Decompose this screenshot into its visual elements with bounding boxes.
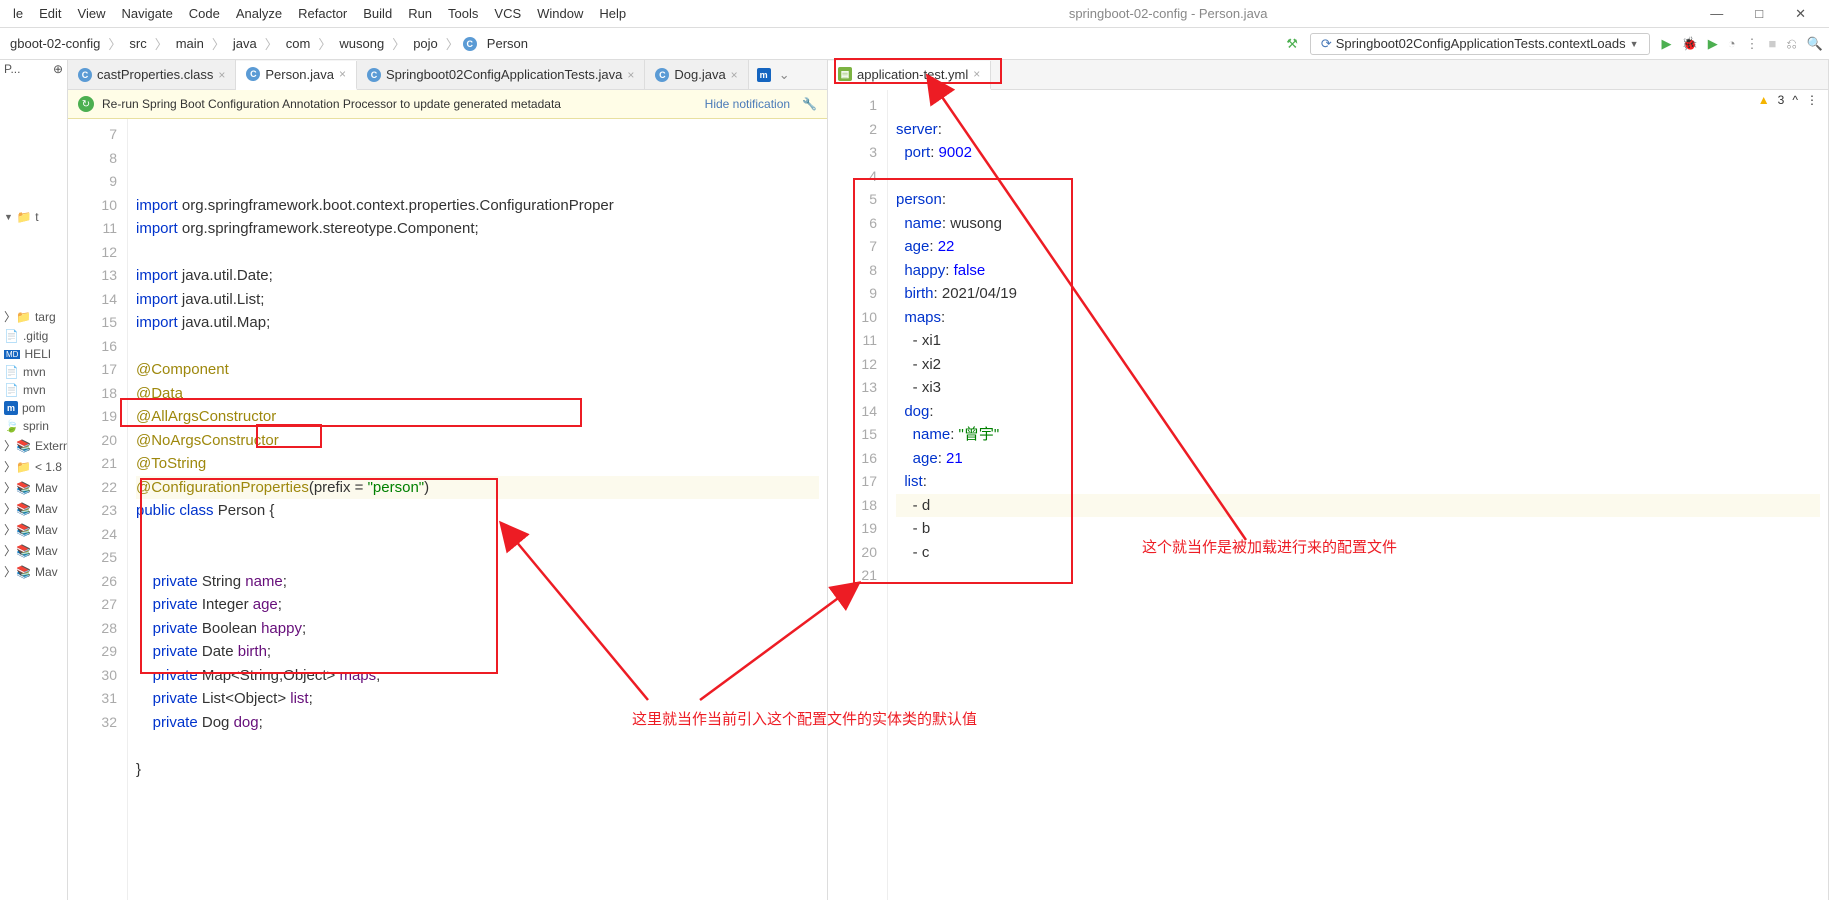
menu-help[interactable]: Help: [592, 3, 633, 24]
coverage-icon[interactable]: ▶: [1708, 36, 1718, 52]
menu-vcs[interactable]: VCS: [487, 3, 528, 24]
window-title: springboot-02-config - Person.java: [635, 6, 1701, 21]
menu-view[interactable]: View: [71, 3, 113, 24]
sidebar-item[interactable]: 〉📚 Mav: [0, 498, 67, 519]
menu-bar: le Edit View Navigate Code Analyze Refac…: [0, 0, 1829, 28]
annotation-right: 这个就当作是被加载进行来的配置文件: [1142, 536, 1397, 557]
menu-analyze[interactable]: Analyze: [229, 3, 289, 24]
banner-text: Re-run Spring Boot Configuration Annotat…: [102, 97, 561, 111]
tab-close-icon[interactable]: ×: [973, 67, 980, 81]
right-gutter: 123456789101112131415161718192021: [828, 90, 888, 900]
breadcrumb-item[interactable]: pojo: [409, 34, 442, 53]
close-icon[interactable]: ✕: [1788, 3, 1813, 25]
left-editor-pane: CcastProperties.class×CPerson.java×CSpri…: [68, 60, 828, 900]
breadcrumb-item[interactable]: main: [172, 34, 208, 53]
menu-tools[interactable]: Tools: [441, 3, 485, 24]
annotation-bottom: 这里就当作当前引入这个配置文件的实体类的默认值: [632, 708, 977, 729]
sidebar-item[interactable]: 〉📁 < 1.8: [0, 456, 67, 477]
sidebar-item[interactable]: m pom: [0, 399, 67, 417]
menu-code[interactable]: Code: [182, 3, 227, 24]
sidebar-item[interactable]: 🍃 sprin: [0, 417, 67, 435]
breadcrumb-item[interactable]: gboot-02-config: [6, 34, 104, 53]
run-icon[interactable]: ▶: [1662, 36, 1672, 52]
sidebar-item[interactable]: 〉📚 Mav: [0, 540, 67, 561]
right-editor-pane: ▤application-test.yml× ▲ 3 ^ ⋮ 123456789…: [828, 60, 1829, 900]
breadcrumb-bar: gboot-02-config〉 src〉 main〉 java〉 com〉 w…: [0, 28, 1829, 60]
menu-file[interactable]: le: [6, 3, 30, 24]
menu-refactor[interactable]: Refactor: [291, 3, 354, 24]
chevron-down-icon[interactable]: ⌄: [779, 67, 790, 83]
menu-build[interactable]: Build: [356, 3, 399, 24]
file-icon: C: [246, 67, 260, 81]
left-code[interactable]: ✔ import org.springframework.boot.contex…: [128, 119, 827, 900]
rerun-icon: ↻: [78, 96, 94, 112]
sidebar-item[interactable]: 📄 mvn: [0, 363, 67, 381]
project-sidebar[interactable]: P... ⊕ ▼📁 t 〉📁 targ 📄 .gitig MD HELI 📄 m…: [0, 60, 68, 900]
menu-run[interactable]: Run: [401, 3, 439, 24]
right-code[interactable]: server: port: 9002 person: name: wusong …: [888, 90, 1828, 900]
file-icon: ▤: [838, 67, 852, 81]
sidebar-item[interactable]: 📄 mvn: [0, 381, 67, 399]
wrench-icon[interactable]: 🔧: [802, 97, 817, 111]
debug-icon[interactable]: 🐞: [1682, 36, 1698, 52]
sidebar-item[interactable]: 〉📚 Mav: [0, 519, 67, 540]
menu-window[interactable]: Window: [530, 3, 590, 24]
sidebar-item[interactable]: 〉📚 Mav: [0, 561, 67, 582]
editor-tab[interactable]: CcastProperties.class×: [68, 60, 236, 89]
breadcrumb-item[interactable]: Person: [483, 34, 532, 53]
profile-icon[interactable]: ◔: [1728, 36, 1736, 51]
editor-tab[interactable]: CDog.java×: [645, 60, 748, 89]
sidebar-item[interactable]: 📄 .gitig: [0, 327, 67, 345]
breadcrumb-item[interactable]: com: [282, 34, 315, 53]
tab-close-icon[interactable]: ×: [731, 68, 738, 82]
file-icon: C: [655, 68, 669, 82]
git-icon[interactable]: ⎌: [1786, 36, 1796, 52]
sidebar-item[interactable]: MD HELI: [0, 345, 67, 363]
search-icon[interactable]: 🔍: [1807, 36, 1823, 52]
tab-close-icon[interactable]: ×: [339, 67, 346, 81]
editor-tabs: CcastProperties.class×CPerson.java×CSpri…: [68, 60, 827, 90]
config-banner: ↻ Re-run Spring Boot Configuration Annot…: [68, 90, 827, 119]
sidebar-item[interactable]: 〉📚 Mav: [0, 477, 67, 498]
breadcrumb: gboot-02-config〉 src〉 main〉 java〉 com〉 w…: [6, 34, 1286, 53]
editor-tab[interactable]: ▤application-test.yml×: [828, 61, 991, 90]
tab-close-icon[interactable]: ×: [218, 68, 225, 82]
left-gutter: 7891011121314151617181920212223242526272…: [68, 119, 128, 900]
breadcrumb-item[interactable]: java: [229, 34, 261, 53]
file-icon: C: [78, 68, 92, 82]
stop-icon[interactable]: ■: [1769, 36, 1777, 51]
attach-icon[interactable]: ⋮: [1746, 36, 1759, 52]
editor-tabs-right: ▤application-test.yml×: [828, 60, 1828, 90]
class-icon: C: [463, 37, 477, 51]
sidebar-item[interactable]: P... ⊕: [0, 60, 67, 78]
breadcrumb-item[interactable]: wusong: [335, 34, 388, 53]
run-config-select[interactable]: ⟳ Springboot02ConfigApplicationTests.con…: [1310, 33, 1650, 55]
sidebar-item[interactable]: 〉📁 targ: [0, 306, 67, 327]
maven-icon[interactable]: m: [757, 68, 771, 82]
build-icon[interactable]: ⚒: [1286, 36, 1298, 52]
tab-close-icon[interactable]: ×: [627, 68, 634, 82]
hide-notification-link[interactable]: Hide notification: [705, 97, 790, 111]
menu-navigate[interactable]: Navigate: [114, 3, 179, 24]
maximize-icon[interactable]: □: [1748, 3, 1770, 25]
sidebar-item[interactable]: 〉📚 Externa: [0, 435, 67, 456]
editor-tab[interactable]: CPerson.java×: [236, 61, 357, 90]
breadcrumb-item[interactable]: src: [125, 34, 150, 53]
minimize-icon[interactable]: —: [1703, 3, 1730, 25]
editor-tab[interactable]: CSpringboot02ConfigApplicationTests.java…: [357, 60, 645, 89]
sidebar-item[interactable]: ▼📁 t: [0, 208, 67, 226]
file-icon: C: [367, 68, 381, 82]
menu-edit[interactable]: Edit: [32, 3, 68, 24]
